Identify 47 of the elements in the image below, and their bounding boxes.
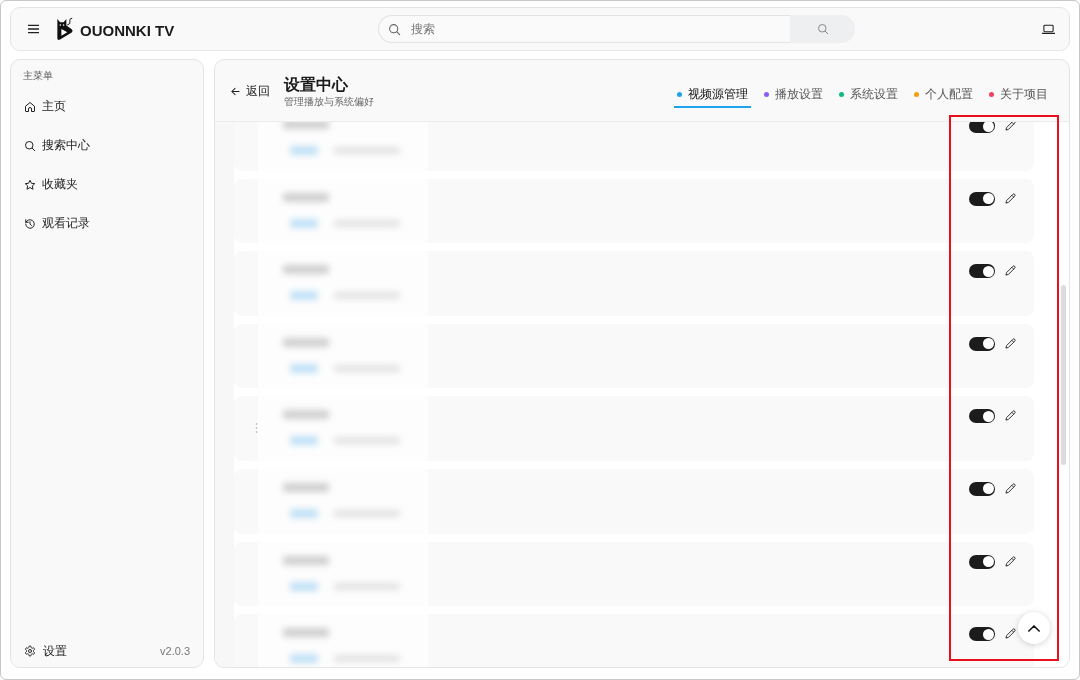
back-button[interactable]: 返回 <box>230 81 270 101</box>
laptop-icon[interactable] <box>1042 23 1055 35</box>
nav-item[interactable]: 主页 <box>23 87 190 126</box>
nav-item[interactable]: 观看记录 <box>23 204 190 243</box>
pencil-icon[interactable] <box>1005 122 1016 131</box>
section-title: 主菜单 <box>23 69 53 83</box>
tab[interactable]: 个人配置 <box>911 80 976 108</box>
tab[interactable]: 关于项目 <box>986 80 1051 108</box>
pencil-icon[interactable] <box>1005 265 1016 277</box>
search-icon <box>24 139 36 152</box>
star-icon <box>24 178 36 191</box>
nav-item[interactable]: 搜索中心 <box>23 126 190 165</box>
page-title: 设置中心 <box>284 75 349 95</box>
tab[interactable]: 视频源管理 <box>674 80 751 108</box>
scrollbar-thumb[interactable] <box>1061 285 1066 465</box>
pencil-icon[interactable] <box>1005 482 1016 494</box>
brand-name: OUONNKI TV <box>80 22 175 39</box>
home-icon <box>24 100 36 113</box>
pencil-icon[interactable] <box>1005 410 1016 422</box>
toggle-switch[interactable] <box>969 554 995 569</box>
history-icon <box>24 217 36 230</box>
pencil-icon[interactable] <box>1005 628 1016 640</box>
search-icon <box>388 22 401 36</box>
pencil-icon[interactable] <box>1005 192 1016 204</box>
cat-play-logo-icon <box>56 17 74 41</box>
arrow-left-icon <box>230 85 241 97</box>
tab[interactable]: 系统设置 <box>836 80 901 108</box>
page-subtitle: 管理播放与系统偏好 <box>284 95 374 109</box>
chevron-up-icon <box>1028 624 1040 632</box>
toggle-switch[interactable] <box>969 627 995 642</box>
toggle-switch[interactable] <box>969 409 995 424</box>
toggle-switch[interactable] <box>969 336 995 351</box>
toggle-switch[interactable] <box>969 264 995 279</box>
tab[interactable]: 播放设置 <box>761 80 826 108</box>
nav-item[interactable]: 收藏夹 <box>23 165 190 204</box>
gear-icon <box>24 645 36 657</box>
version-label: v2.0.3 <box>160 645 190 657</box>
toggle-switch[interactable] <box>969 191 995 206</box>
drag-handle-icon[interactable] <box>255 423 258 434</box>
toggle-switch[interactable] <box>969 481 995 496</box>
search-field[interactable]: 搜索 <box>378 15 790 43</box>
toggle-switch[interactable] <box>969 122 995 133</box>
pencil-icon[interactable] <box>1005 337 1016 349</box>
search-icon <box>816 23 829 35</box>
menu-icon[interactable] <box>28 24 39 34</box>
pencil-icon[interactable] <box>1005 555 1016 567</box>
settings-link[interactable]: 设置 <box>23 642 67 660</box>
